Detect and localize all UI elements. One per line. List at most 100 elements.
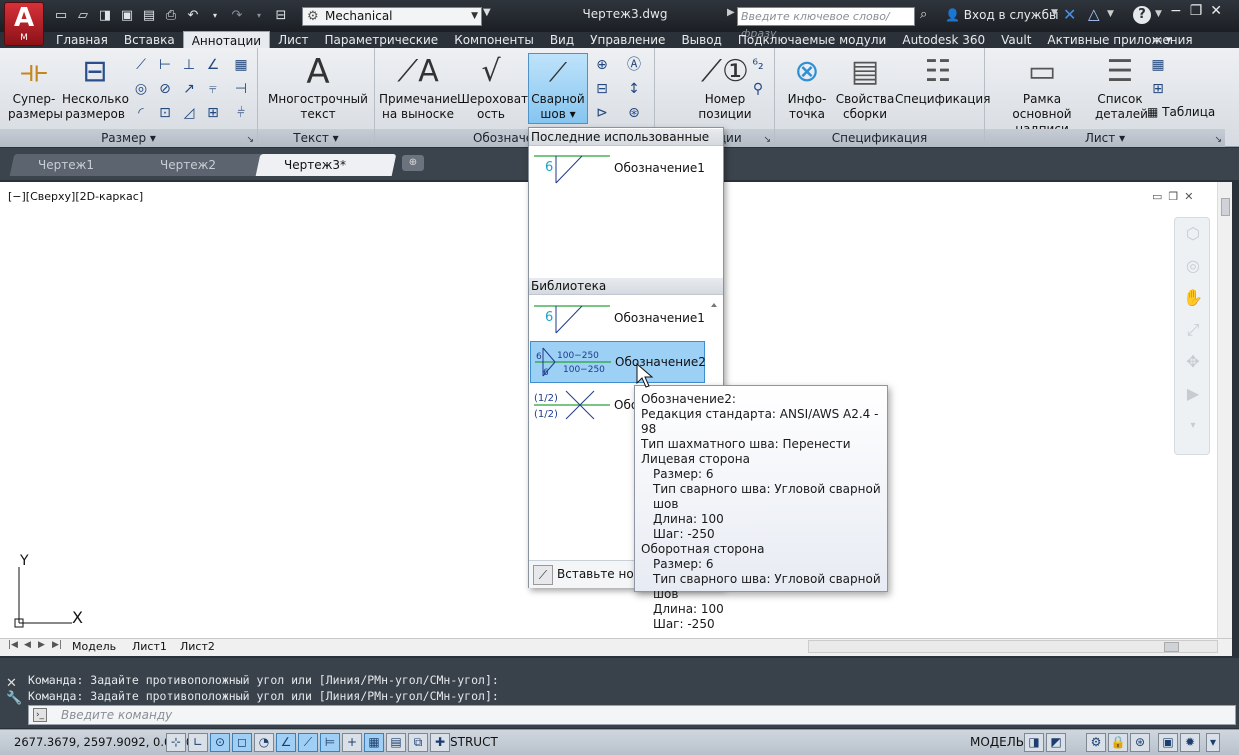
save-as-icon[interactable]: ▤ bbox=[140, 7, 158, 25]
close-icon[interactable]: ✕ bbox=[6, 676, 24, 691]
command-input[interactable]: ›_ Введите команду bbox=[28, 705, 1236, 725]
close-icon[interactable]: ✕ bbox=[1184, 190, 1193, 203]
workspace-switch-icon[interactable]: ⊟ bbox=[272, 7, 290, 25]
stay-connected-icon[interactable]: △ bbox=[1088, 5, 1100, 23]
next-layout-icon[interactable]: ▶ bbox=[38, 640, 45, 650]
lineweight-icon[interactable]: ▤ bbox=[386, 733, 406, 752]
super-dimensions-button[interactable]: ⟛ Супер- размеры bbox=[8, 52, 63, 122]
revision-icon[interactable]: ⊞ bbox=[1147, 78, 1169, 100]
baseline-dim-icon[interactable]: ⫧ bbox=[202, 78, 224, 100]
lightbulb-icon[interactable]: ✹ bbox=[1180, 733, 1200, 752]
dim-arrange-icon[interactable]: ▦ bbox=[230, 54, 252, 76]
grid-display-icon[interactable]: ⊙ bbox=[210, 733, 230, 752]
application-menu-button[interactable]: A M bbox=[4, 2, 44, 46]
stay-connected-dropdown-icon[interactable]: ▼ bbox=[1107, 9, 1114, 19]
ribbon-tab[interactable]: Главная bbox=[48, 31, 116, 49]
ortho-mode-icon[interactable]: ◻ bbox=[232, 733, 252, 752]
restore-icon[interactable]: ❐ bbox=[1168, 190, 1178, 203]
dim-break-icon[interactable]: ⊣ bbox=[230, 78, 252, 100]
model-space-toggle[interactable]: МОДЕЛЬ bbox=[970, 735, 1024, 749]
hardware-accel-icon[interactable]: ⊛ bbox=[1130, 733, 1150, 752]
doc-tab-3[interactable]: Чертеж3*✕ bbox=[255, 154, 397, 194]
aligned-dim-icon[interactable]: ⟋ bbox=[130, 54, 152, 76]
auto-balloon-icon[interactable]: ⁶₂ bbox=[747, 54, 769, 76]
minimize-icon[interactable]: − bbox=[1170, 3, 1182, 19]
parts-list-button[interactable]: ☰ Список деталей bbox=[1095, 52, 1148, 122]
workspace-switching-icon[interactable]: ⚙ bbox=[1086, 733, 1106, 752]
search-input[interactable]: Введите ключевое слово/фразу bbox=[737, 7, 915, 40]
new-icon[interactable]: ▭ bbox=[52, 7, 70, 25]
undo-icon[interactable]: ↶ bbox=[184, 7, 202, 25]
ribbon-tab[interactable]: Управление bbox=[582, 31, 673, 49]
multiple-dimensions-button[interactable]: ⊟ Несколько размеров bbox=[62, 52, 129, 122]
layout-tab-1[interactable]: Лист1 bbox=[132, 640, 167, 653]
radius-dim-icon[interactable]: ◎ bbox=[130, 78, 152, 100]
zoom-icon[interactable]: ⤢ bbox=[1175, 314, 1211, 346]
ribbon-tab[interactable]: Autodesk 360 bbox=[894, 31, 993, 49]
welding-symbol-button[interactable]: ⟋ Сварной шов ▾ bbox=[528, 53, 588, 124]
edge-symbol-icon[interactable]: ⊳ bbox=[591, 102, 613, 124]
showmotion-icon[interactable]: ▶ bbox=[1175, 378, 1211, 410]
dynamic-ucs-icon[interactable]: + bbox=[342, 733, 362, 752]
infocenter-expand-icon[interactable]: ▶ bbox=[727, 7, 735, 18]
balloon-search-icon[interactable]: ⚲ bbox=[747, 78, 769, 100]
object-snap-icon[interactable]: ∠ bbox=[276, 733, 296, 752]
layout-tab-model[interactable]: Модель bbox=[72, 640, 116, 653]
dialog-launcher-icon[interactable]: ↘ bbox=[1214, 135, 1222, 145]
binoculars-icon[interactable]: ⌕ bbox=[920, 7, 927, 22]
ribbon-minimize-icon[interactable]: ▭ ▾ bbox=[1152, 33, 1171, 46]
vertical-scrollbar[interactable] bbox=[1217, 182, 1232, 638]
open-icon[interactable]: ▱ bbox=[74, 7, 92, 25]
ribbon-tab[interactable]: Компоненты bbox=[446, 31, 542, 49]
command-window-handle[interactable]: ✕ 🔧 bbox=[6, 662, 24, 726]
ribbon-tab[interactable]: Вставка bbox=[116, 31, 183, 49]
assembly-properties-button[interactable]: ▤ Свойства сборки bbox=[835, 52, 895, 122]
prev-layout-icon[interactable]: ◀ bbox=[24, 640, 31, 650]
jogged-dim-icon[interactable]: ↗ bbox=[178, 78, 200, 100]
pan-icon[interactable]: ✋ bbox=[1175, 282, 1211, 314]
last-layout-icon[interactable]: ▶| bbox=[52, 640, 62, 650]
ribbon-tab[interactable]: Аннотации bbox=[182, 31, 271, 49]
gallery-item-lib-2[interactable]: 6 6 100−250 100−250 Обозначение2 bbox=[530, 341, 706, 383]
redo-icon[interactable]: ↷ bbox=[228, 7, 246, 25]
3d-osnap-icon[interactable]: ⟋ bbox=[298, 733, 318, 752]
leader-note-button[interactable]: ⟋A Примечание на выноске bbox=[379, 52, 457, 122]
doc-tab-1[interactable]: Чертеж1 bbox=[9, 154, 143, 176]
wrench-icon[interactable]: 🔧 bbox=[6, 691, 24, 706]
isolate-objects-icon[interactable]: ▣ bbox=[1158, 733, 1178, 752]
info-point-button[interactable]: ⊗ Инфо- точка bbox=[781, 52, 833, 122]
linear-dim-icon[interactable]: ⊢ bbox=[154, 54, 176, 76]
ordinate-dim-icon[interactable]: ⊡ bbox=[154, 102, 176, 124]
ribbon-tab[interactable]: Vault bbox=[993, 31, 1039, 49]
redo-dropdown-icon[interactable]: ▾ bbox=[250, 7, 268, 25]
selection-cycling-icon[interactable]: ✚ bbox=[430, 733, 450, 752]
navbar-more-icon[interactable]: ▾ bbox=[1175, 410, 1211, 442]
datum-target-icon[interactable]: ⊟ bbox=[591, 78, 613, 100]
signin-button[interactable]: 👤 Вход в службы bbox=[945, 8, 1059, 22]
ribbon-tab[interactable]: Параметрические bbox=[316, 31, 446, 49]
angle-dim-icon[interactable]: ◿ bbox=[178, 102, 200, 124]
save-icon[interactable]: ▣ bbox=[118, 7, 136, 25]
open-sheet-set-icon[interactable]: ◨ bbox=[96, 7, 114, 25]
layout-tab-2[interactable]: Лист2 bbox=[180, 640, 215, 653]
panel-title-dimension[interactable]: Размер ▾ bbox=[0, 129, 257, 147]
scroll-thumb[interactable] bbox=[1164, 642, 1179, 652]
status-menu-icon[interactable]: ▾ bbox=[1206, 733, 1220, 752]
scroll-thumb[interactable] bbox=[1221, 198, 1230, 216]
angular-dim-icon[interactable]: ∠ bbox=[202, 54, 224, 76]
panel-title-bom[interactable]: Спецификация bbox=[775, 129, 984, 147]
object-snap-tracking-icon[interactable]: ⊨ bbox=[320, 733, 340, 752]
struct-toggle[interactable]: STRUCT bbox=[450, 735, 498, 749]
title-border-button[interactable]: ▭ Рамка основной надписи bbox=[989, 52, 1095, 137]
minimize-icon[interactable]: ▭ bbox=[1152, 190, 1162, 203]
panel-title-sheet[interactable]: Лист ▾ bbox=[985, 129, 1225, 147]
signin-dropdown-icon[interactable]: ▼ bbox=[1051, 8, 1058, 18]
infer-constraints-icon[interactable]: ⊹ bbox=[166, 733, 186, 752]
first-layout-icon[interactable]: |◀ bbox=[8, 640, 18, 650]
continue-dim-icon[interactable]: ⊞ bbox=[202, 102, 224, 124]
surface-texture-button[interactable]: √ Шероховат ость bbox=[457, 52, 528, 122]
dialog-launcher-icon[interactable]: ↘ bbox=[246, 135, 254, 145]
viewport-controls[interactable]: [−][Сверху][2D-каркас] bbox=[8, 190, 143, 203]
ribbon-tab[interactable]: Подключаемые модули bbox=[730, 31, 895, 49]
plot-icon[interactable]: ⎙ bbox=[162, 7, 180, 25]
